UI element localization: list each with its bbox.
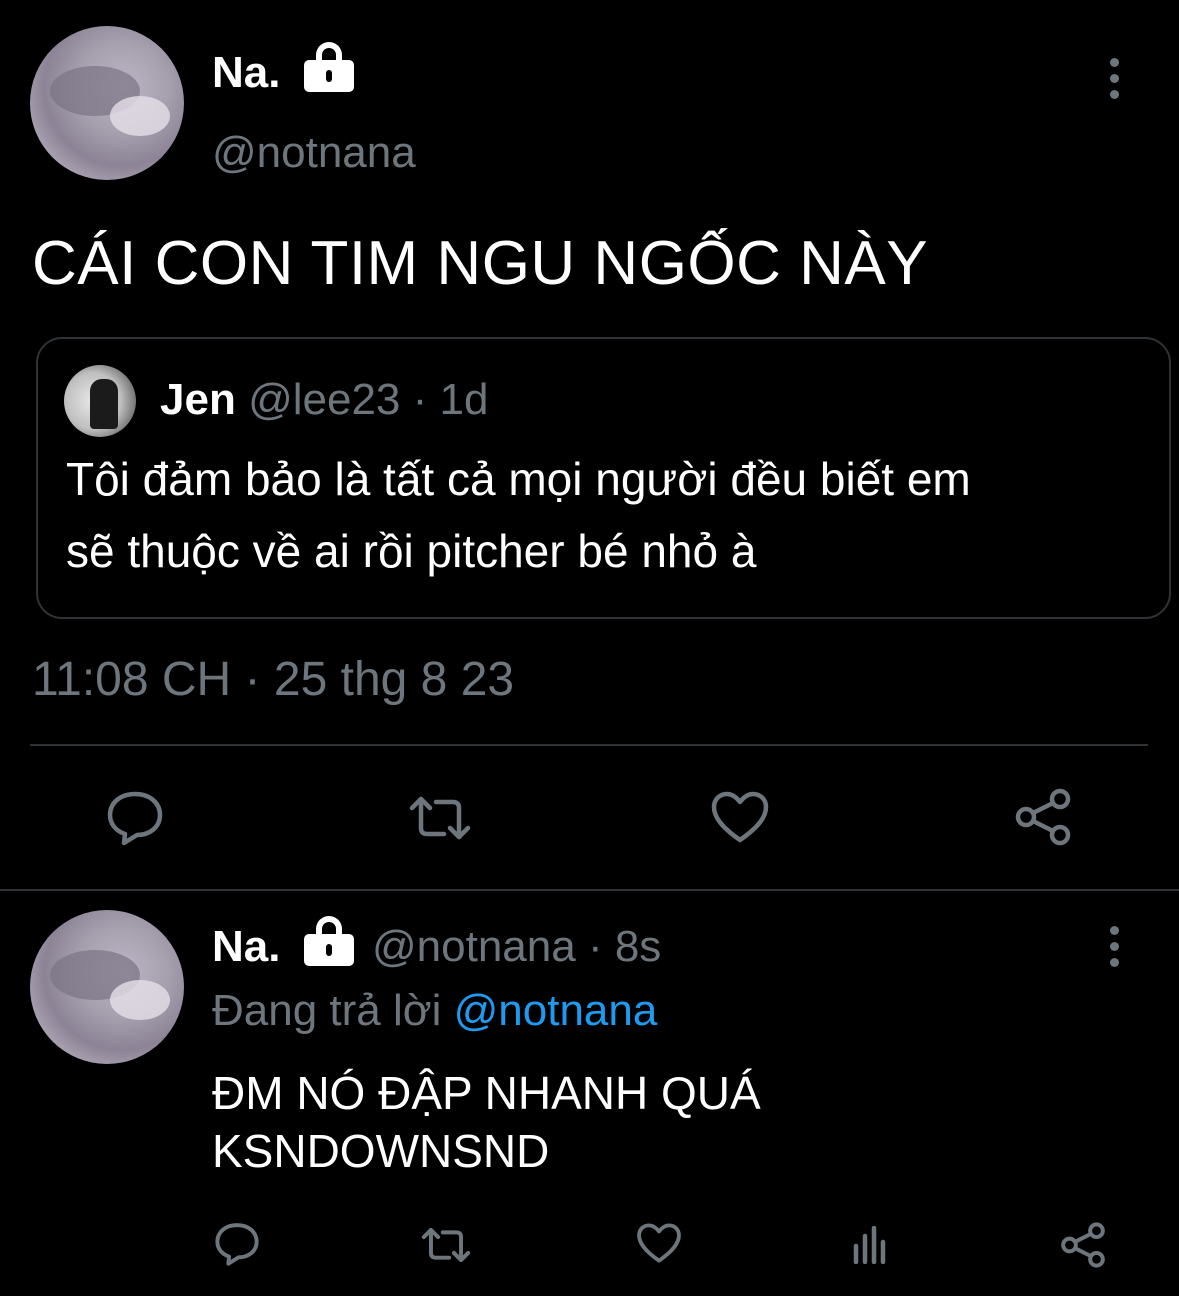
more-options-icon[interactable] [1110, 926, 1122, 974]
quoted-display-name: Jen [160, 375, 236, 424]
tweet-timestamp[interactable]: 11:08 CH · 25 thg 8 23 [32, 652, 514, 707]
quoted-avatar[interactable] [64, 365, 136, 437]
reply-text: ĐM NÓ ĐẬP NHANH QUÁ KSNDOWNSND [212, 1064, 761, 1180]
quoted-text-line: sẽ thuộc về ai rồi pitcher bé nhỏ à [66, 525, 757, 577]
replying-to: Đang trả lời @notnana [212, 986, 657, 1036]
tweet-text: CÁI CON TIM NGU NGỐC NÀY [32, 229, 929, 298]
share-icon[interactable] [1060, 1222, 1106, 1268]
share-icon[interactable] [1014, 788, 1072, 846]
display-name-text: Na. [212, 48, 281, 97]
user-handle[interactable]: @notnana [212, 128, 416, 178]
reply-text-line: ĐM NÓ ĐẬP NHANH QUÁ [212, 1067, 761, 1119]
like-icon[interactable] [710, 790, 770, 844]
reply-display-name-text: Na. [212, 922, 281, 971]
lock-icon [304, 42, 354, 92]
quoted-age: · 1d [412, 375, 489, 424]
analytics-icon[interactable] [852, 1226, 888, 1264]
quoted-text-line: Tôi đảm bảo là tất cả mọi người đều biết… [66, 453, 971, 505]
reply-age: · 8s [587, 922, 662, 971]
retweet-icon[interactable] [408, 794, 472, 842]
reply-handle[interactable]: @notnana [372, 922, 576, 971]
retweet-icon[interactable] [420, 1226, 472, 1264]
replying-label: Đang trả lời [212, 986, 442, 1035]
replying-to-link[interactable]: @notnana [454, 986, 658, 1035]
reply-display-name[interactable]: Na. [212, 922, 280, 972]
quoted-text: Tôi đảm bảo là tất cả mọi người đều biết… [66, 443, 971, 587]
reply-text-line: KSNDOWNSND [212, 1125, 550, 1177]
divider [30, 744, 1148, 746]
divider [0, 889, 1179, 891]
more-options-icon[interactable] [1110, 58, 1122, 106]
reply-icon[interactable] [214, 1222, 260, 1266]
quoted-handle: @lee23 [248, 375, 401, 424]
reply-icon[interactable] [106, 790, 164, 846]
quoted-header: Jen @lee23 · 1d [160, 375, 488, 425]
display-name[interactable]: Na. [212, 48, 280, 98]
lock-icon [304, 916, 354, 966]
avatar[interactable] [30, 26, 184, 180]
like-icon[interactable] [636, 1222, 682, 1264]
reply-meta: @notnana · 8s [372, 922, 661, 972]
reply-avatar[interactable] [30, 910, 184, 1064]
quoted-tweet-card[interactable]: Jen @lee23 · 1d Tôi đảm bảo là tất cả mọ… [36, 337, 1171, 619]
